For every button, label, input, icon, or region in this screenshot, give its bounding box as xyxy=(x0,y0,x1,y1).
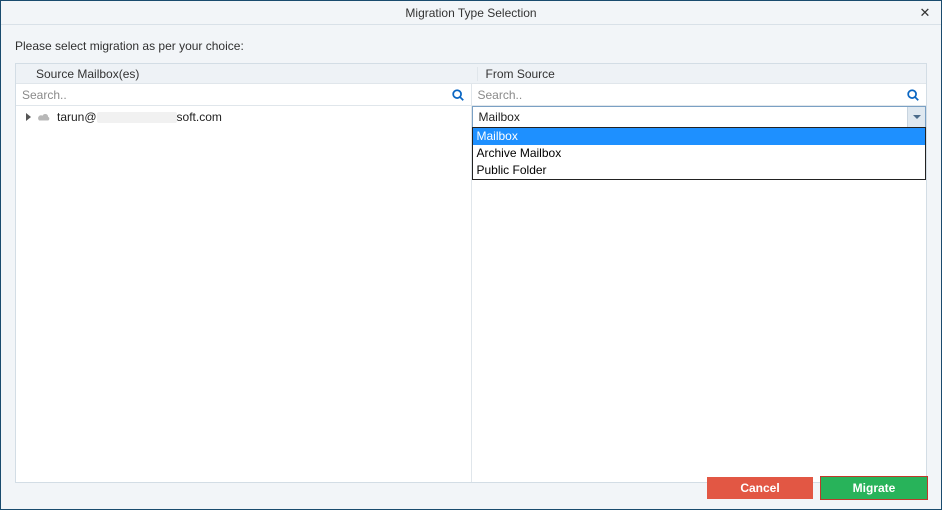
dropdown-list: Mailbox Archive Mailbox Public Folder xyxy=(472,127,927,180)
column-header-from-source: From Source xyxy=(477,67,927,81)
content-panel: Source Mailbox(es) From Source xyxy=(15,63,927,483)
chevron-down-icon xyxy=(913,115,921,119)
dropdown-value: Mailbox xyxy=(473,110,908,124)
from-source-dropdown[interactable]: Mailbox Mailbox Archive Mailbox Public F… xyxy=(472,106,927,128)
search-input-from-source[interactable] xyxy=(472,84,927,105)
mailbox-email: tarun@ soft.com xyxy=(57,110,222,124)
source-mailbox-tree: tarun@ soft.com xyxy=(16,106,471,482)
window-title: Migration Type Selection xyxy=(405,6,536,20)
search-icon xyxy=(906,88,920,102)
search-row xyxy=(16,84,926,106)
dropdown-option-archive-mailbox[interactable]: Archive Mailbox xyxy=(473,145,926,162)
close-button[interactable]: ✕ xyxy=(909,1,941,25)
search-input-source[interactable] xyxy=(16,84,471,105)
mailbox-email-suffix: soft.com xyxy=(177,110,222,124)
search-cell-left xyxy=(16,84,471,106)
mailbox-email-prefix: tarun@ xyxy=(57,110,97,124)
cancel-button[interactable]: Cancel xyxy=(707,477,813,499)
title-bar: Migration Type Selection ✕ xyxy=(1,1,941,25)
columns-header: Source Mailbox(es) From Source xyxy=(16,64,926,84)
cloud-icon xyxy=(37,111,51,123)
expand-caret-icon xyxy=(26,113,31,121)
from-source-cell: Mailbox Mailbox Archive Mailbox Public F… xyxy=(471,106,927,482)
mailbox-tree-item[interactable]: tarun@ soft.com xyxy=(16,106,471,128)
dropdown-toggle[interactable] xyxy=(907,107,925,127)
dropdown-option-public-folder[interactable]: Public Folder xyxy=(473,162,926,179)
close-icon: ✕ xyxy=(920,5,931,21)
dropdown-option-mailbox[interactable]: Mailbox xyxy=(473,128,926,145)
search-icon xyxy=(451,88,465,102)
instruction-text: Please select migration as per your choi… xyxy=(1,25,941,63)
redacted-segment xyxy=(97,112,177,123)
body-row: tarun@ soft.com Mailbox Mailbox Archive M… xyxy=(16,106,926,482)
column-header-source-mailbox: Source Mailbox(es) xyxy=(16,67,477,81)
footer-buttons: Cancel Migrate xyxy=(707,477,927,499)
search-cell-right xyxy=(471,84,927,106)
migrate-button[interactable]: Migrate xyxy=(821,477,927,499)
